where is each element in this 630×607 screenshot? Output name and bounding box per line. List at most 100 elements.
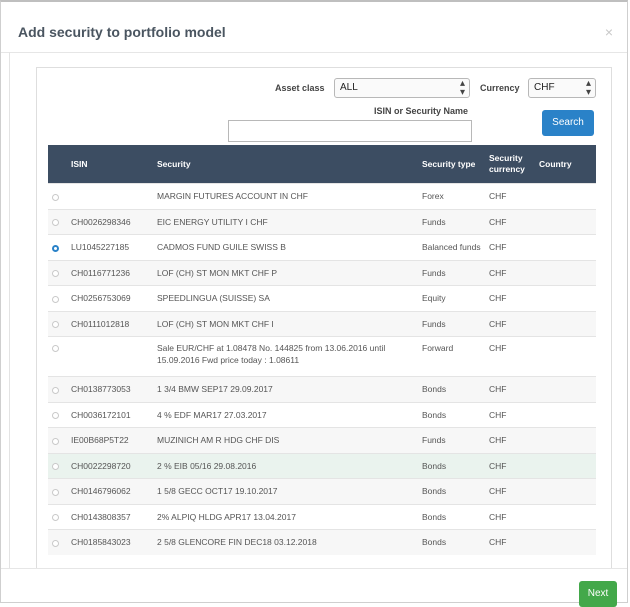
row-radio-button[interactable] bbox=[52, 295, 59, 303]
row-select-cell[interactable] bbox=[48, 310, 67, 337]
security-currency-column-header[interactable]: Security currency bbox=[485, 145, 535, 184]
table-row[interactable]: MARGIN FUTURES ACCOUNT IN CHF Forex CHF bbox=[48, 183, 596, 209]
securities-table: ISIN Security Security type Security cur… bbox=[48, 145, 596, 555]
country-cell bbox=[535, 452, 596, 479]
security-currency-cell: CHF bbox=[485, 376, 535, 402]
search-label: ISIN or Security Name bbox=[374, 106, 469, 116]
next-button[interactable]: Next bbox=[579, 581, 617, 607]
isin-cell: CH0026298346 bbox=[67, 208, 153, 235]
country-column-header[interactable]: Country bbox=[535, 145, 596, 184]
row-radio-button[interactable] bbox=[52, 463, 59, 470]
security-cell: LOF (CH) ST MON MKT CHF P bbox=[153, 259, 418, 286]
row-select-cell[interactable] bbox=[48, 478, 67, 504]
country-cell bbox=[535, 401, 596, 428]
table-row[interactable]: CH0036172101 4 % EDF MAR17 27.03.2017 Bond… bbox=[48, 401, 596, 428]
security-type-cell: Funds bbox=[418, 208, 485, 235]
table-row[interactable]: CH0022298720 2 % EIB 05/16 29.08.2016 Bond… bbox=[48, 452, 596, 479]
table-header-row: ISIN Security Security type Security cur… bbox=[48, 145, 596, 184]
security-cell: 2 % EIB 05/16 29.08.2016 bbox=[153, 452, 418, 479]
country-cell bbox=[535, 376, 596, 402]
modal-header: Add security to portfolio model × bbox=[1, 2, 627, 53]
table-row[interactable]: CH0026298346 EIC ENERGY UTILITY I CHF Fund… bbox=[48, 208, 596, 235]
row-select-cell[interactable] bbox=[48, 234, 67, 260]
row-radio-button[interactable] bbox=[52, 412, 59, 419]
table-row[interactable]: CH0116771236 LOF (CH) ST MON MKT CHF P Fun… bbox=[48, 259, 596, 286]
row-radio-button[interactable] bbox=[52, 321, 59, 328]
country-cell bbox=[535, 310, 596, 337]
security-type-column-header[interactable]: Security type bbox=[418, 145, 485, 184]
security-currency-cell: CHF bbox=[485, 503, 535, 530]
row-select-cell[interactable] bbox=[48, 529, 67, 555]
asset-class-value: ALL bbox=[340, 82, 358, 93]
security-currency-cell: CHF bbox=[485, 234, 535, 260]
row-radio-button[interactable] bbox=[52, 270, 59, 277]
row-select-cell[interactable] bbox=[48, 336, 67, 377]
row-select-cell[interactable] bbox=[48, 183, 67, 209]
table-row[interactable]: CH0138773053 1 3/4 BMW SEP17 29.09.2017 Bo… bbox=[48, 376, 596, 402]
table-row[interactable]: CH0146796062 1 5/8 GECC OCT17 19.10.2017 B… bbox=[48, 478, 596, 504]
security-currency-cell: CHF bbox=[485, 401, 535, 428]
country-cell bbox=[535, 336, 596, 377]
security-type-cell: Forward bbox=[418, 336, 485, 377]
security-type-cell: Equity bbox=[418, 285, 485, 311]
security-type-cell: Bonds bbox=[418, 376, 485, 402]
row-radio-button[interactable] bbox=[52, 488, 59, 496]
country-cell bbox=[535, 259, 596, 286]
select-column-header bbox=[48, 145, 67, 184]
table-row[interactable]: CH0111012818 LOF (CH) ST MON MKT CHF I Fun… bbox=[48, 310, 596, 337]
isin-cell: CH0138773053 bbox=[67, 376, 153, 402]
country-cell bbox=[535, 478, 596, 504]
search-button[interactable]: Search bbox=[542, 110, 594, 136]
table-row[interactable]: CH0256753069 SPEEDLINGUA (SUISSE) SA Equit… bbox=[48, 285, 596, 311]
security-currency-cell: CHF bbox=[485, 478, 535, 504]
table-row[interactable]: CH0143808357 2% ALPIQ HLDG APR17 13.04.20… bbox=[48, 503, 596, 530]
country-cell bbox=[535, 285, 596, 311]
row-select-cell[interactable] bbox=[48, 376, 67, 402]
select-arrows-icon: ▴ ▾ bbox=[585, 78, 591, 98]
asset-class-select[interactable]: ALL ▴ ▾ bbox=[334, 78, 470, 98]
row-radio-button[interactable] bbox=[52, 244, 59, 252]
security-currency-cell: CHF bbox=[485, 285, 535, 311]
row-select-cell[interactable] bbox=[48, 503, 67, 530]
table-row[interactable]: CH0185843023 2 5/8 GLENCORE FIN DEC18 03.… bbox=[48, 529, 596, 555]
security-currency-cell: CHF bbox=[485, 183, 535, 209]
security-type-cell: Funds bbox=[418, 427, 485, 453]
security-cell: MARGIN FUTURES ACCOUNT IN CHF bbox=[153, 183, 418, 209]
security-currency-cell: CHF bbox=[485, 529, 535, 555]
security-cell: LOF (CH) ST MON MKT CHF I bbox=[153, 310, 418, 337]
row-select-cell[interactable] bbox=[48, 259, 67, 286]
table-row[interactable]: LU1045227185 CADMOS FUND GUILE SWISS B Bal… bbox=[48, 234, 596, 260]
security-column-header[interactable]: Security bbox=[153, 145, 418, 184]
isin-cell: CH0143808357 bbox=[67, 503, 153, 530]
modal-footer: Next bbox=[1, 568, 627, 607]
row-radio-button[interactable] bbox=[52, 437, 59, 445]
security-currency-cell: CHF bbox=[485, 310, 535, 337]
row-radio-button[interactable] bbox=[52, 219, 59, 226]
search-input[interactable] bbox=[228, 120, 472, 142]
row-radio-button[interactable] bbox=[52, 345, 59, 353]
row-select-cell[interactable] bbox=[48, 452, 67, 479]
isin-cell: IE00B68P5T22 bbox=[67, 427, 153, 453]
row-select-cell[interactable] bbox=[48, 285, 67, 311]
row-select-cell[interactable] bbox=[48, 208, 67, 235]
isin-cell: CH0185843023 bbox=[67, 529, 153, 555]
add-security-modal: Add security to portfolio model × Asset … bbox=[0, 0, 630, 607]
row-radio-button[interactable] bbox=[52, 539, 59, 547]
security-type-cell: Funds bbox=[418, 310, 485, 337]
isin-column-header[interactable]: ISIN bbox=[67, 145, 153, 184]
modal-body[interactable]: Asset class ALL ▴ ▾ Currency CHF ▴ ▾ ISIN … bbox=[9, 52, 630, 568]
currency-select[interactable]: CHF ▴ ▾ bbox=[528, 78, 596, 98]
row-select-cell[interactable] bbox=[48, 401, 67, 428]
row-radio-button[interactable] bbox=[52, 514, 59, 521]
asset-class-label: Asset class bbox=[275, 83, 325, 93]
select-arrows-icon: ▴ ▾ bbox=[459, 78, 465, 98]
table-row[interactable]: Sale EUR/CHF at 1.08478 No. 144825 from … bbox=[48, 336, 596, 377]
security-search-panel: Asset class ALL ▴ ▾ Currency CHF ▴ ▾ ISIN … bbox=[36, 67, 612, 568]
row-radio-button[interactable] bbox=[52, 386, 59, 394]
security-type-cell: Funds bbox=[418, 259, 485, 286]
table-row[interactable]: IE00B68P5T22 MUZINICH AM R HDG CHF DIS Fun… bbox=[48, 427, 596, 453]
close-icon[interactable]: × bbox=[605, 24, 613, 40]
currency-value: CHF bbox=[534, 82, 555, 93]
row-radio-button[interactable] bbox=[52, 193, 59, 201]
row-select-cell[interactable] bbox=[48, 427, 67, 453]
